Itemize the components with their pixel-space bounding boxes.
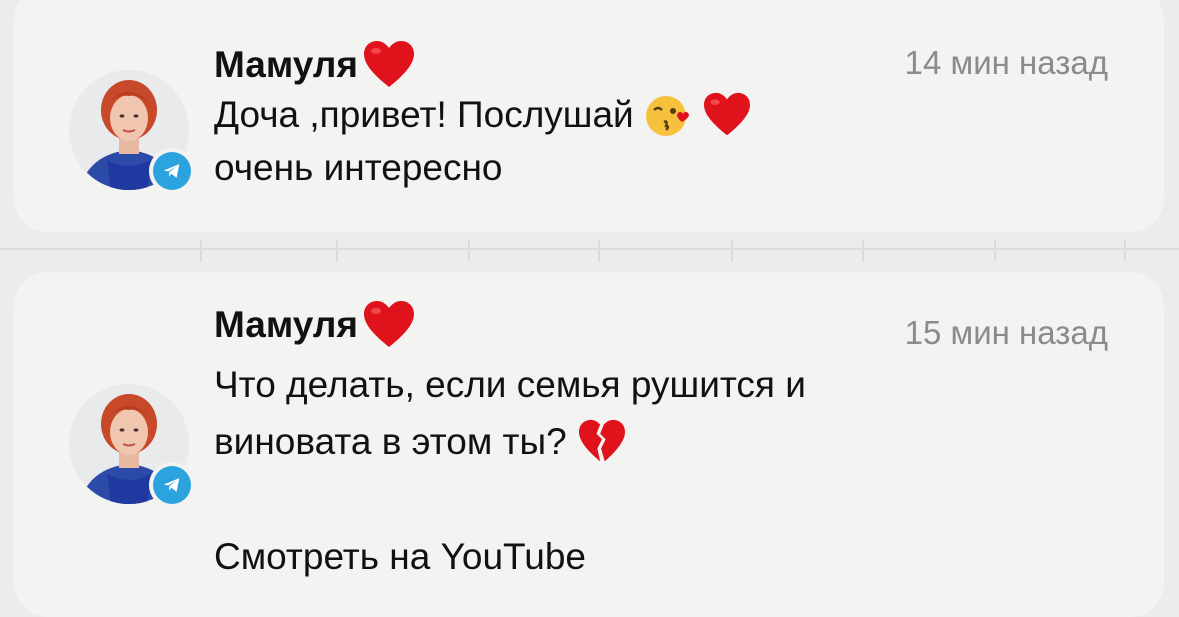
sender-name: Мамуля — [214, 300, 416, 350]
sender-label: Мамуля — [214, 304, 358, 345]
grid-line — [994, 240, 996, 262]
grid-line — [731, 240, 733, 262]
timestamp: 15 мин назад — [904, 314, 1108, 351]
telegram-icon — [153, 152, 191, 190]
notification-card[interactable]: Мамуля 14 мин назад Доча ,привет! Послуш… — [14, 0, 1164, 232]
grid-line — [1124, 240, 1126, 262]
red-heart-icon — [363, 301, 414, 347]
grid-line — [862, 240, 864, 262]
message-body: Доча ,привет! Послушай очень интересно — [214, 88, 752, 194]
message-line: виновата в этом ты? — [214, 421, 567, 462]
youtube-link[interactable]: Смотреть на YouTube — [214, 536, 586, 578]
message-line: Что делать, если семья рушится и — [214, 364, 806, 405]
sender-label: Мамуля — [214, 44, 358, 85]
sender-name: Мамуля — [214, 40, 416, 90]
grid-line — [336, 240, 338, 262]
notification-card[interactable]: Мамуля 15 мин назад Что делать, если сем… — [14, 272, 1164, 617]
timestamp: 14 мин назад — [904, 44, 1108, 81]
telegram-badge — [149, 148, 195, 194]
message-line: Доча ,привет! Послушай — [214, 94, 634, 135]
kissing-face-icon — [645, 95, 689, 136]
red-heart-icon — [363, 41, 414, 87]
grid-line — [0, 248, 1179, 250]
avatar — [69, 384, 195, 508]
red-heart-icon — [703, 92, 750, 135]
telegram-icon — [153, 466, 191, 504]
grid-line — [200, 240, 202, 262]
message-line: очень интересно — [214, 147, 503, 188]
broken-heart-icon — [578, 419, 625, 461]
grid-line — [468, 240, 470, 262]
message-body: Что делать, если семья рушится и виноват… — [214, 358, 806, 468]
avatar — [69, 70, 195, 194]
telegram-badge — [149, 462, 195, 508]
grid-line — [598, 240, 600, 262]
